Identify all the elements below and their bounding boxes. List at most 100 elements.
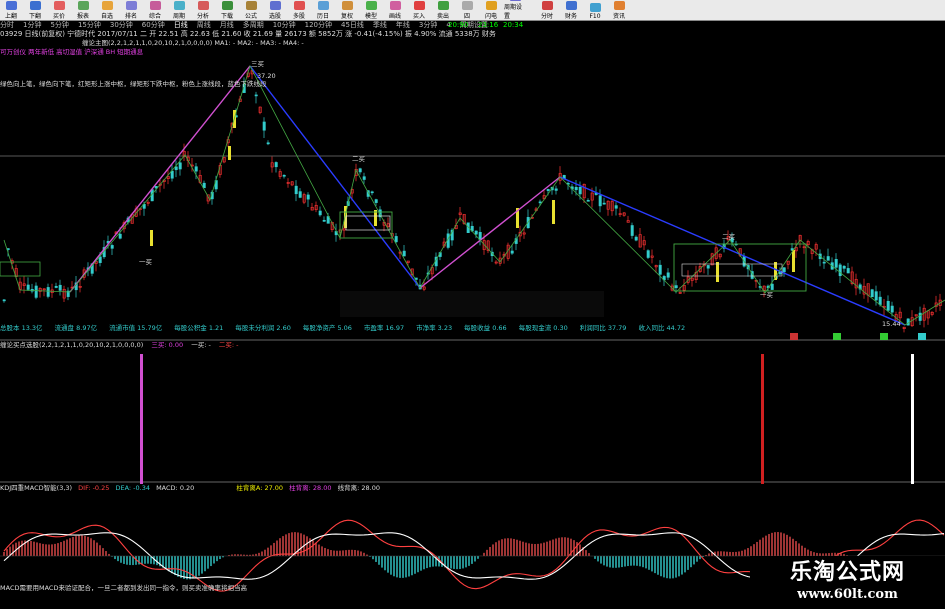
candle-body: [174, 166, 178, 171]
candle-body: [770, 283, 774, 290]
candle-body: [118, 233, 122, 239]
sub2-dea: DEA: -0.34: [115, 484, 150, 492]
fundamental-item-1: 流通盘 8.97亿: [54, 324, 98, 332]
fundamental-item-8: 每股收益 0.66: [464, 324, 507, 332]
candle-body: [822, 261, 826, 264]
fundamental-item-7: 市净率 3.23: [416, 324, 453, 332]
signal-bar-8: [792, 250, 795, 272]
candle-body: [706, 265, 710, 269]
candle-body: [538, 201, 542, 204]
candle-body: [782, 267, 786, 273]
sub2-b: 柱背离: 28.00: [289, 484, 332, 492]
signal-bar-5: [552, 200, 555, 224]
watermark: 乐淘公式网 www.60lt.com: [750, 556, 945, 609]
watermark-url: www.60lt.com: [797, 587, 898, 602]
marker-box-3: [918, 333, 926, 340]
candle-body: [58, 284, 62, 291]
candle-body: [46, 287, 50, 297]
sub1-buy1: 一买: -: [191, 341, 211, 349]
signal-bar-0: [150, 230, 153, 246]
fundamental-item-0: 总股本 13.3亿: [0, 324, 43, 332]
sub2-a: 柱背离A: 27.00: [236, 484, 284, 492]
candle-body: [274, 162, 278, 168]
sub2-title: KDJ四重MACD智能(3,3) DIF: -0.25 DEA: -0.34 M…: [0, 484, 380, 493]
candle-body: [918, 312, 922, 321]
main-indicator-legend: 缠论主图(2,2,1,2,1,1,0,20,10,2,1,0,0,0,0) MA…: [82, 39, 304, 47]
candle-body: [674, 285, 678, 289]
candle-body: [2, 299, 6, 302]
candle-body: [34, 285, 38, 298]
sub1-buy3: 三买: 0.00: [151, 341, 184, 349]
signal-legend: 可万创仪 两年新低 高切湿值 沪深通 BH 短期通息: [0, 48, 144, 56]
candle-body: [602, 202, 606, 205]
candle-body: [874, 291, 878, 301]
signal-bar-1: [228, 146, 231, 160]
candle-body: [890, 305, 894, 313]
candle-body: [170, 170, 174, 179]
fundamental-item-9: 每股现金流 0.30: [518, 324, 568, 332]
high-price-label: 37.20: [257, 72, 276, 80]
buy2-label-b: 二买: [722, 233, 735, 241]
candle-body: [110, 245, 114, 249]
candle-body: [194, 166, 198, 172]
fundamental-item-5: 每股净资产 5.06: [302, 324, 352, 332]
kline-chart[interactable]: [0, 0, 945, 609]
candle-body: [362, 176, 366, 180]
macd-note: MACD需要用MACD来验证配合，一旦二者都到发出同一指令，则买卖准确率将相当高: [0, 584, 247, 592]
candle-body: [834, 259, 838, 268]
candle-body: [546, 189, 550, 191]
sub1-bar-2: [911, 354, 914, 484]
color-legend: 绿色向上笔，绿色向下笔，红矩形上涨中枢，绿矩形下跌中枢，粉色上涨线段，蓝色下跌线…: [0, 80, 267, 88]
candle-body: [578, 186, 582, 195]
candle-body: [826, 256, 830, 261]
candle-body: [634, 236, 638, 241]
sub1-name: 缠论买点选股(2,2,1,2,1,1,0,20,10,2,1,0,0,0,0): [0, 341, 144, 349]
candle-body: [846, 268, 850, 274]
fundamental-item-3: 每股公积金 1.21: [174, 324, 224, 332]
buy1-label-b: 一买: [760, 291, 773, 299]
candle-body: [394, 236, 398, 243]
sub1-bar-0: [140, 354, 143, 484]
sub1-title: 缠论买点选股(2,2,1,2,1,1,0,20,10,2,1,0,0,0,0) …: [0, 341, 239, 350]
buy2-label-a: 二买: [352, 155, 365, 163]
candle-body: [358, 168, 362, 173]
sub2-name: KDJ四重MACD智能(3,3): [0, 484, 73, 492]
candle-body: [318, 210, 322, 216]
candle-body: [886, 300, 890, 311]
buy1-label-a: 一买: [139, 258, 152, 266]
sub1-buy2: 二买: -: [218, 341, 239, 349]
candle-body: [478, 232, 482, 241]
fundamental-item-2: 流通市值 15.79亿: [109, 324, 163, 332]
sub2-dif: DIF: -0.25: [78, 484, 110, 492]
up-segment-1: [69, 65, 251, 293]
fundamental-item-6: 市盈率 16.97: [363, 324, 405, 332]
candle-body: [298, 191, 302, 198]
candle-body: [870, 289, 874, 298]
down-segment-2: [559, 176, 906, 326]
fundamental-item-11: 收入同比 44.72: [638, 324, 686, 332]
watermark-title: 乐淘公式网: [789, 559, 905, 585]
pivot-box-0: [0, 261, 41, 277]
candle-body: [54, 286, 58, 288]
candle-body: [178, 162, 182, 170]
candle-body: [574, 187, 578, 191]
down-segment-1: [249, 65, 421, 289]
candle-body: [26, 284, 30, 290]
candle-body: [202, 182, 206, 189]
marker-box-2: [880, 333, 888, 340]
candle-body: [306, 194, 310, 200]
candle-body: [370, 191, 374, 194]
candle-body: [374, 199, 378, 203]
sub2-c: 线背离: 28.00: [337, 484, 380, 492]
sub2-macd: MACD: 0.20: [156, 484, 195, 492]
fundamental-item-10: 利润同比 37.79: [579, 324, 627, 332]
candle-body: [262, 121, 266, 131]
fundamental-item-4: 每股未分利润 2.60: [235, 324, 291, 332]
candle-body: [598, 195, 602, 207]
candle-body: [510, 250, 514, 254]
candle-body: [646, 250, 650, 258]
candle-body: [266, 142, 270, 145]
candle-body: [554, 188, 558, 191]
candle-body: [630, 225, 634, 236]
candle-body: [838, 264, 842, 277]
